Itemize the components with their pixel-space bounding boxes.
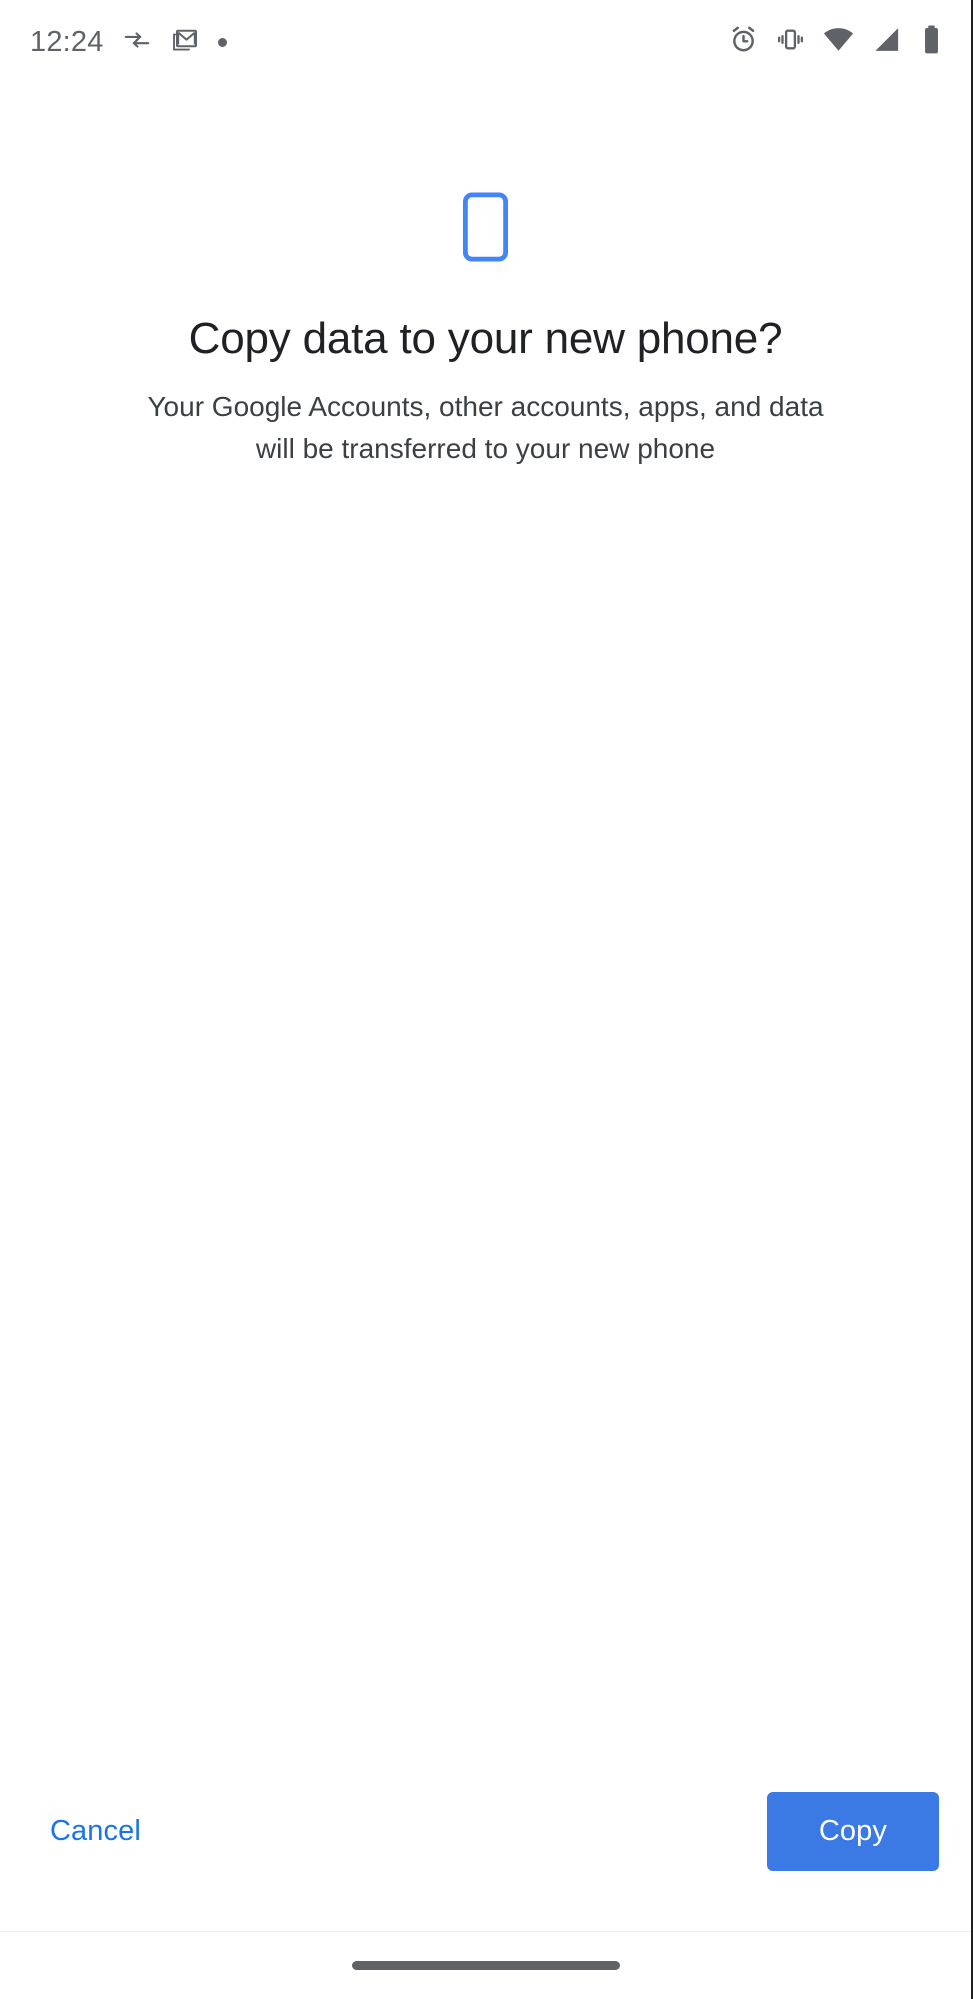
copy-button[interactable]: Copy <box>766 1792 939 1871</box>
page-title: Copy data to your new phone? <box>188 314 783 363</box>
system-navigation-bar <box>0 1931 971 1999</box>
wifi-icon <box>822 23 855 61</box>
smartphone-icon <box>463 192 508 267</box>
home-gesture-pill[interactable] <box>351 1961 620 1970</box>
cellular-signal-icon <box>871 24 902 60</box>
battery-icon <box>918 24 945 60</box>
alarm-icon <box>728 24 759 60</box>
page-subtitle: Your Google Accounts, other accounts, ap… <box>147 390 824 464</box>
main-content: Copy data to your new phone? Your Google… <box>0 84 971 1792</box>
vibrate-icon <box>775 24 806 60</box>
status-bar: 12:24 <box>0 0 971 84</box>
cancel-button[interactable]: Cancel <box>32 1801 159 1862</box>
data-transfer-icon <box>122 25 152 60</box>
status-bar-right <box>728 23 945 61</box>
status-bar-clock: 12:24 <box>30 25 104 58</box>
action-bar: Cancel Copy <box>0 1792 971 1931</box>
phone-screen: 12:24 Copy data to your new phone? Your … <box>0 0 973 1999</box>
status-bar-left: 12:24 <box>30 25 227 60</box>
notification-dot-icon <box>217 37 227 47</box>
gmail-icon <box>170 25 200 60</box>
